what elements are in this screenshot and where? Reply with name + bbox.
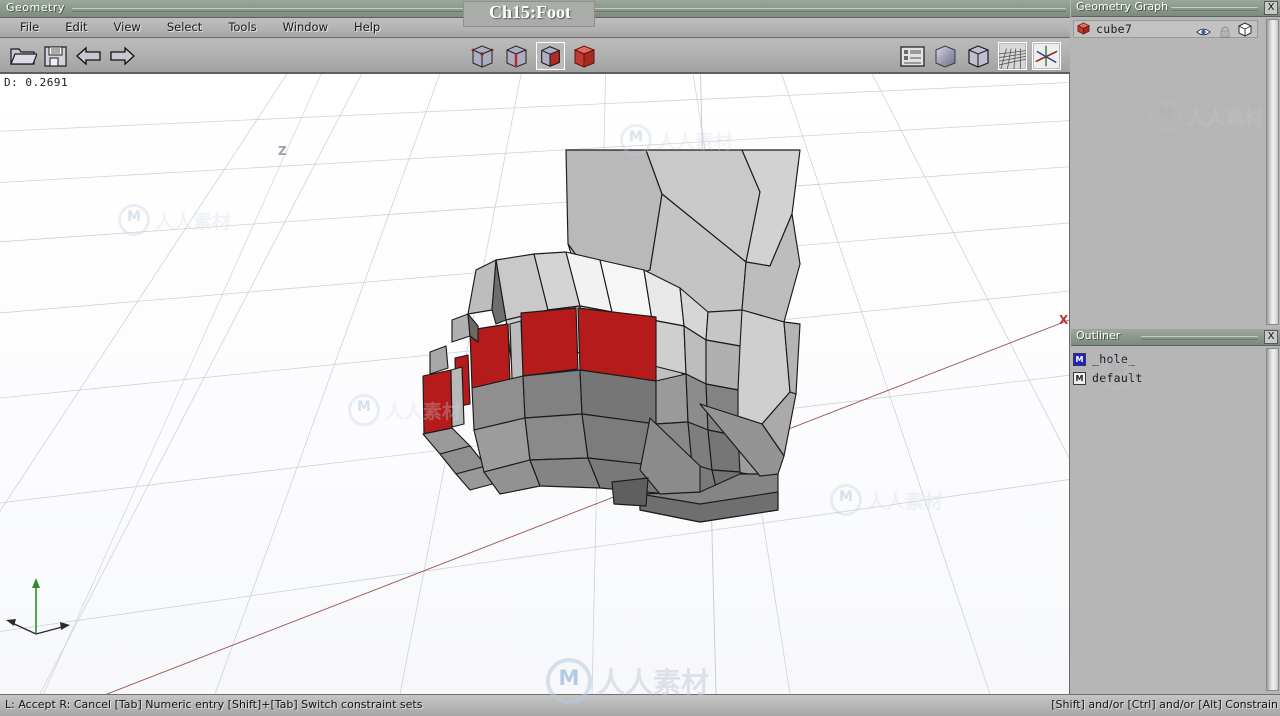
outliner-titlebar: Outliner X — [1071, 329, 1280, 346]
status-left-hints: L: Accept R: Cancel [Tab] Numeric entry … — [5, 698, 423, 711]
distance-readout: D: 0.2691 — [4, 76, 69, 89]
menu-file[interactable]: File — [14, 18, 45, 37]
show-axes-icon[interactable] — [1032, 42, 1061, 70]
status-right-hints: [Shift] and/or [Ctrl] and/or [Alt] Const… — [1051, 698, 1278, 711]
outliner-item-default[interactable]: M default — [1073, 369, 1258, 387]
geometry-graph-close-icon[interactable]: X — [1264, 1, 1278, 15]
status-bar: L: Accept R: Cancel [Tab] Numeric entry … — [0, 694, 1280, 716]
undo-arrow-icon[interactable] — [74, 42, 103, 70]
panel-rule — [1171, 7, 1258, 11]
material-swatch-icon: M — [1073, 371, 1086, 385]
outliner-close-icon[interactable]: X — [1264, 330, 1278, 344]
body-mode-icon[interactable] — [570, 42, 599, 70]
outliner-body: M _hole_ M default — [1071, 347, 1280, 694]
edge-mode-icon[interactable] — [502, 42, 531, 70]
menu-help[interactable]: Help — [348, 18, 386, 37]
menu-select[interactable]: Select — [161, 18, 208, 37]
geometry-graph-title: Geometry Graph — [1076, 0, 1169, 13]
preferences-icon[interactable] — [898, 42, 927, 70]
eye-icon[interactable] — [1196, 23, 1211, 42]
axis-label-x: X — [1059, 313, 1069, 327]
outliner-item-label: default — [1092, 371, 1143, 385]
redo-arrow-icon[interactable] — [108, 42, 137, 70]
outliner-scrollbar[interactable] — [1266, 348, 1279, 691]
show-grid-icon[interactable] — [997, 42, 1028, 70]
open-folder-icon[interactable] — [8, 42, 38, 70]
geometry-graph-body: cube7 — [1071, 18, 1280, 328]
viewport-canvas — [0, 74, 1069, 694]
window-title: Geometry — [6, 1, 65, 14]
geometry-graph-item-label: cube7 — [1096, 22, 1133, 36]
face-mode-icon[interactable] — [536, 42, 565, 70]
geometry-graph-titlebar: Geometry Graph X — [1071, 0, 1280, 17]
material-swatch-icon: M — [1073, 352, 1086, 366]
wireframe-cube-icon[interactable] — [1238, 22, 1252, 41]
smooth-shade-icon[interactable] — [931, 42, 960, 70]
object-cube-icon — [1077, 20, 1090, 39]
lock-icon[interactable] — [1219, 23, 1231, 42]
outliner-item-hole[interactable]: M _hole_ — [1073, 350, 1258, 368]
geometry-graph-scrollbar[interactable] — [1266, 19, 1279, 325]
menu-edit[interactable]: Edit — [59, 18, 93, 37]
menu-window[interactable]: Window — [277, 18, 334, 37]
wireframe-icon[interactable] — [964, 42, 993, 70]
outliner-title: Outliner — [1076, 329, 1121, 342]
menu-view[interactable]: View — [108, 18, 147, 37]
viewport-3d[interactable]: D: 0.2691 X Z 人人素材 人人素材 人人素材 人人素材 — [0, 74, 1070, 694]
vertex-mode-icon[interactable] — [468, 42, 497, 70]
geometry-graph-item-cube7[interactable]: cube7 — [1073, 20, 1258, 38]
panel-rule — [1141, 336, 1258, 340]
application-window: Geometry Ch15:Foot File Edit View Select… — [0, 0, 1280, 716]
document-title: Ch15:Foot — [489, 2, 571, 22]
toolbar — [0, 39, 1070, 74]
axis-label-z: Z — [278, 144, 287, 158]
menu-tools[interactable]: Tools — [222, 18, 262, 37]
save-disk-icon[interactable] — [41, 42, 70, 70]
outliner-item-label: _hole_ — [1092, 352, 1136, 366]
